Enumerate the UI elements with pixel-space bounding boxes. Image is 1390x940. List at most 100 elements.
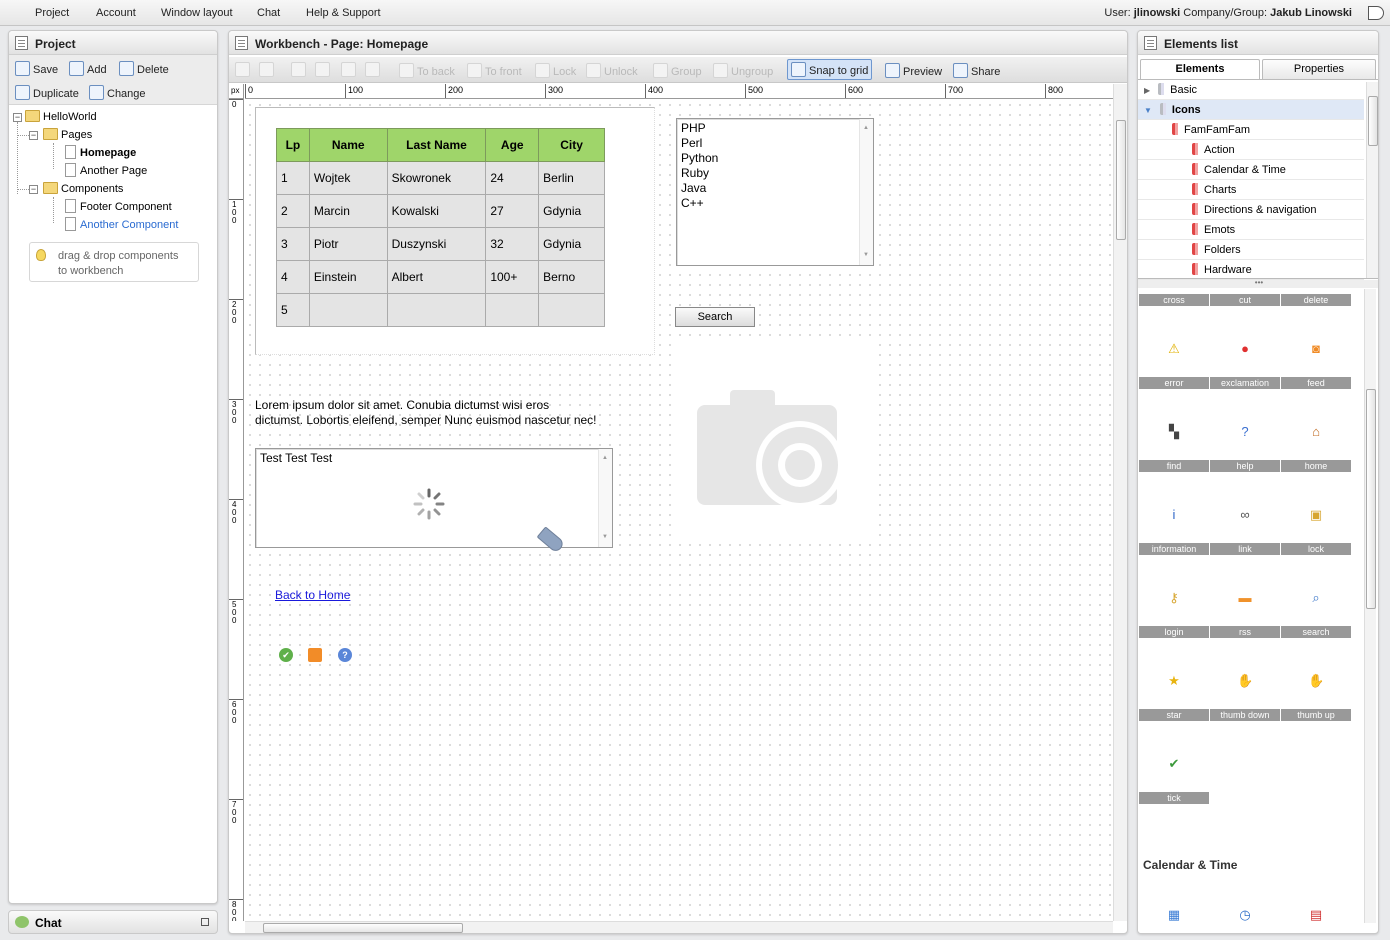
group-button[interactable]: Group xyxy=(653,63,702,78)
change-button[interactable]: Change xyxy=(89,85,146,100)
textarea-scrollbar[interactable] xyxy=(598,449,612,547)
logout-icon[interactable] xyxy=(1368,6,1384,20)
icon-cell[interactable]: ✋ thumb up xyxy=(1281,640,1351,721)
tree-root[interactable]: HelloWorld xyxy=(25,109,97,125)
collapse-icon[interactable]: − xyxy=(29,185,38,194)
undo-button[interactable] xyxy=(235,62,253,77)
icon-cell[interactable]: ▚ find xyxy=(1139,391,1209,472)
to-back-button[interactable]: To back xyxy=(399,63,455,78)
icon-cell[interactable]: ▬ rss xyxy=(1210,557,1280,638)
hscroll-thumb[interactable] xyxy=(263,923,463,933)
workbench-hscroll[interactable] xyxy=(245,921,1113,933)
menu-help-support[interactable]: Help & Support xyxy=(306,7,381,19)
icon-cell[interactable]: ✔ tick xyxy=(1139,723,1209,804)
test-textarea[interactable]: Test Test Test xyxy=(255,448,613,548)
list-item[interactable]: Python xyxy=(681,151,869,166)
lock-button[interactable]: Lock xyxy=(535,63,576,78)
redo-button[interactable] xyxy=(259,62,277,77)
back-to-home-link[interactable]: Back to Home xyxy=(275,588,350,602)
icon-cell[interactable]: ⚠ error xyxy=(1139,308,1209,389)
icon-cell[interactable]: ✋ thumb down xyxy=(1210,640,1280,721)
copy-button[interactable] xyxy=(291,62,309,77)
collapse-icon[interactable]: − xyxy=(13,113,22,122)
collapse-icon[interactable]: − xyxy=(29,131,38,140)
icon-cell[interactable]: ★ star xyxy=(1139,640,1209,721)
menu-window-layout[interactable]: Window layout xyxy=(161,7,233,19)
icon-cell[interactable]: ◙ feed xyxy=(1281,308,1351,389)
workbench-vscroll[interactable] xyxy=(1113,84,1127,921)
list-item[interactable]: Perl xyxy=(681,136,869,151)
menu-chat[interactable]: Chat xyxy=(257,7,280,19)
tab-properties[interactable]: Properties xyxy=(1262,59,1376,79)
lorem-paragraph[interactable]: Lorem ipsum dolor sit amet. Conubia dict… xyxy=(255,398,615,428)
chat-restore-icon[interactable] xyxy=(201,918,209,926)
tree-famfamfam[interactable]: FamFamFam xyxy=(1138,120,1364,140)
tree-scroll-thumb[interactable] xyxy=(1368,96,1378,146)
tree-category[interactable]: Charts xyxy=(1138,180,1364,200)
clipboard-button[interactable] xyxy=(365,62,383,77)
tab-elements[interactable]: Elements xyxy=(1140,59,1260,79)
icon-cell[interactable]: ⌂ home xyxy=(1281,391,1351,472)
workbench-canvas[interactable]: Lp Name Last Name Age City 1 Wojtek Skowro… xyxy=(245,100,1113,921)
tree-pages-folder[interactable]: Pages xyxy=(43,127,92,143)
menu-account[interactable]: Account xyxy=(96,7,136,19)
icons-scrollbar[interactable] xyxy=(1364,289,1376,923)
tree-category[interactable]: Action xyxy=(1138,140,1364,160)
table-container[interactable]: Lp Name Last Name Age City 1 Wojtek Skowro… xyxy=(255,107,655,355)
tree-component-footer[interactable]: Footer Component xyxy=(65,199,172,215)
rss-feed-icon[interactable] xyxy=(308,648,322,662)
add-button[interactable]: Add xyxy=(69,61,107,76)
tree-category[interactable]: Directions & navigation xyxy=(1138,200,1364,220)
list-item[interactable]: C++ xyxy=(681,196,869,211)
languages-listbox[interactable]: PHP Perl Python Ruby Java C++ xyxy=(676,118,874,266)
preview-button[interactable]: Preview xyxy=(885,63,942,78)
chat-bar[interactable]: Chat xyxy=(8,910,218,934)
tree-scrollbar[interactable] xyxy=(1366,82,1378,278)
splitter-handle[interactable]: ••• xyxy=(1138,279,1378,288)
tree-category[interactable]: Calendar & Time xyxy=(1138,160,1364,180)
duplicate-button[interactable]: Duplicate xyxy=(15,85,79,100)
ungroup-button[interactable]: Ungroup xyxy=(713,63,773,78)
icon-cell[interactable]: ⌕ search xyxy=(1281,557,1351,638)
collapse-icon[interactable]: ▼ xyxy=(1144,106,1152,115)
paste-button[interactable] xyxy=(315,62,333,77)
tree-components-folder[interactable]: Components xyxy=(43,181,123,197)
icon-cell[interactable]: ∞ link xyxy=(1210,474,1280,555)
delete-button[interactable]: Delete xyxy=(119,61,169,76)
icon-cell[interactable]: ◷clock xyxy=(1210,874,1280,933)
icon-cell[interactable]: ? help xyxy=(1210,391,1280,472)
snap-to-grid-button[interactable]: Snap to grid xyxy=(787,59,873,80)
cut-button[interactable] xyxy=(341,62,359,77)
icons-scroll-thumb[interactable] xyxy=(1366,389,1376,609)
list-item[interactable]: Ruby xyxy=(681,166,869,181)
menu-project[interactable]: Project xyxy=(35,7,69,19)
tree-basic[interactable]: ▶ Basic xyxy=(1138,80,1364,100)
search-button[interactable]: Search xyxy=(675,307,755,327)
tree-icons[interactable]: ▼ Icons xyxy=(1138,100,1364,120)
check-icon[interactable]: ✔ xyxy=(279,648,293,662)
tree-page-homepage[interactable]: Homepage xyxy=(65,145,136,161)
icon-cell[interactable]: ▤date xyxy=(1281,874,1351,933)
icon-cell[interactable]: ▣ lock xyxy=(1281,474,1351,555)
vscroll-thumb[interactable] xyxy=(1116,120,1126,240)
icon-cell[interactable]: ▦calendar xyxy=(1139,874,1209,933)
list-item[interactable]: Java xyxy=(681,181,869,196)
list-item[interactable]: PHP xyxy=(681,121,869,136)
icon-cell[interactable]: ⚷ login xyxy=(1139,557,1209,638)
share-button[interactable]: Share xyxy=(953,63,1000,78)
tree-page-another[interactable]: Another Page xyxy=(65,163,147,179)
image-placeholder[interactable] xyxy=(675,340,871,544)
help-icon[interactable]: ? xyxy=(338,648,352,662)
icon-cell[interactable]: ● exclamation xyxy=(1210,308,1280,389)
save-button[interactable]: Save xyxy=(15,61,58,76)
tree-category[interactable]: Emots xyxy=(1138,220,1364,240)
data-table[interactable]: Lp Name Last Name Age City 1 Wojtek Skowro… xyxy=(276,128,605,327)
listbox-scrollbar[interactable] xyxy=(859,119,873,265)
to-front-button[interactable]: To front xyxy=(467,63,522,78)
icon-cell[interactable]: i information xyxy=(1139,474,1209,555)
unlock-button[interactable]: Unlock xyxy=(586,63,638,78)
tree-category[interactable]: Folders xyxy=(1138,240,1364,260)
expand-icon[interactable]: ▶ xyxy=(1144,86,1150,95)
tree-component-another[interactable]: Another Component xyxy=(65,217,178,233)
tree-category[interactable]: Hardware xyxy=(1138,260,1364,280)
